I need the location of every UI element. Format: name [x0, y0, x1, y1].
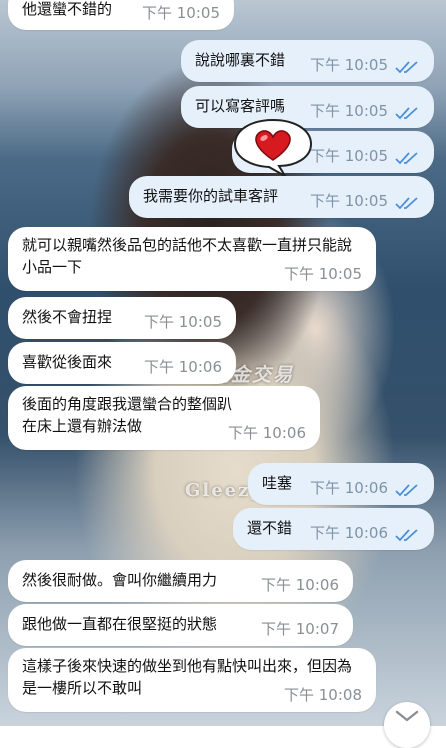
message-text: 說說哪裏不錯	[195, 51, 286, 69]
message-time: 下午 10:06	[144, 358, 222, 376]
message-time: 下午 10:06	[310, 524, 388, 542]
double-check-icon	[395, 484, 418, 497]
double-check-icon	[395, 61, 418, 74]
message-bubble-incoming[interactable]: 後面的角度跟我還蠻合的整個趴在床上還有辦法做 下午 10:06	[8, 386, 320, 450]
message-time: 下午 10:05	[142, 4, 220, 22]
message-text: 可以寫客評嗎	[195, 97, 286, 115]
message-bubble-outgoing[interactable]: 說說哪裏不錯 下午 10:05	[181, 40, 434, 82]
double-check-icon	[395, 529, 418, 542]
message-bubble-incoming[interactable]: 然後不會扭捏 下午 10:05	[8, 297, 236, 339]
message-text: 他還蠻不錯的	[22, 0, 113, 18]
message-bubble-incoming[interactable]: 就可以親嘴然後品包的話他不太喜歡一直拼只能說小品一下 下午 10:05	[8, 227, 376, 291]
message-time: 下午 10:05	[310, 56, 388, 74]
scroll-down-button[interactable]	[384, 702, 430, 748]
message-time: 下午 10:05	[310, 102, 388, 120]
message-text: 然後很耐做。會叫你繼續用力	[22, 571, 218, 589]
message-time: 下午 10:05	[310, 192, 388, 210]
message-text: 然後不會扭捏	[22, 308, 113, 326]
message-text: 喜歡從後面來	[22, 353, 113, 371]
message-time: 下午 10:05	[310, 147, 388, 165]
message-time: 下午 10:08	[284, 686, 362, 704]
message-time: 下午 10:05	[144, 313, 222, 331]
message-text: 跟他做一直都在很堅挺的狀態	[22, 615, 218, 633]
message-bubble-incoming[interactable]: 跟他做一直都在很堅挺的狀態 下午 10:07	[8, 604, 353, 646]
message-bubble-outgoing[interactable]: 哇塞 下午 10:06	[248, 463, 434, 505]
message-text: 還不錯	[247, 519, 293, 537]
double-check-icon	[395, 107, 418, 120]
double-check-icon	[395, 152, 418, 165]
message-time: 下午 10:06	[261, 576, 339, 594]
heart-icon[interactable]	[233, 118, 313, 176]
message-bubble-incoming[interactable]: 然後很耐做。會叫你繼續用力 下午 10:06	[8, 560, 353, 602]
message-bubble-incoming[interactable]: 他還蠻不錯的 下午 10:05	[8, 0, 234, 30]
message-bubble-outgoing[interactable]: 還不錯 下午 10:06	[233, 508, 434, 550]
chevron-down-icon	[395, 710, 419, 722]
message-time: 下午 10:07	[261, 620, 339, 638]
double-check-icon	[395, 197, 418, 210]
message-text: 哇塞	[262, 474, 293, 492]
message-text: 後面的角度跟我還蠻合的整個趴在床上還有辦法做	[22, 395, 233, 435]
message-bubble-outgoing[interactable]: 我需要你的試車客評 下午 10:05	[129, 176, 434, 218]
message-time: 下午 10:05	[284, 265, 362, 283]
message-text: 我需要你的試車客評	[143, 187, 279, 205]
message-bubble-incoming[interactable]: 這樣子後來快速的做坐到他有點快叫出來，但因為是一樓所以不敢叫 下午 10:08	[8, 648, 376, 712]
message-time: 下午 10:06	[228, 424, 306, 442]
message-time: 下午 10:06	[310, 479, 388, 497]
message-bubble-incoming[interactable]: 喜歡從後面來 下午 10:06	[8, 342, 236, 384]
